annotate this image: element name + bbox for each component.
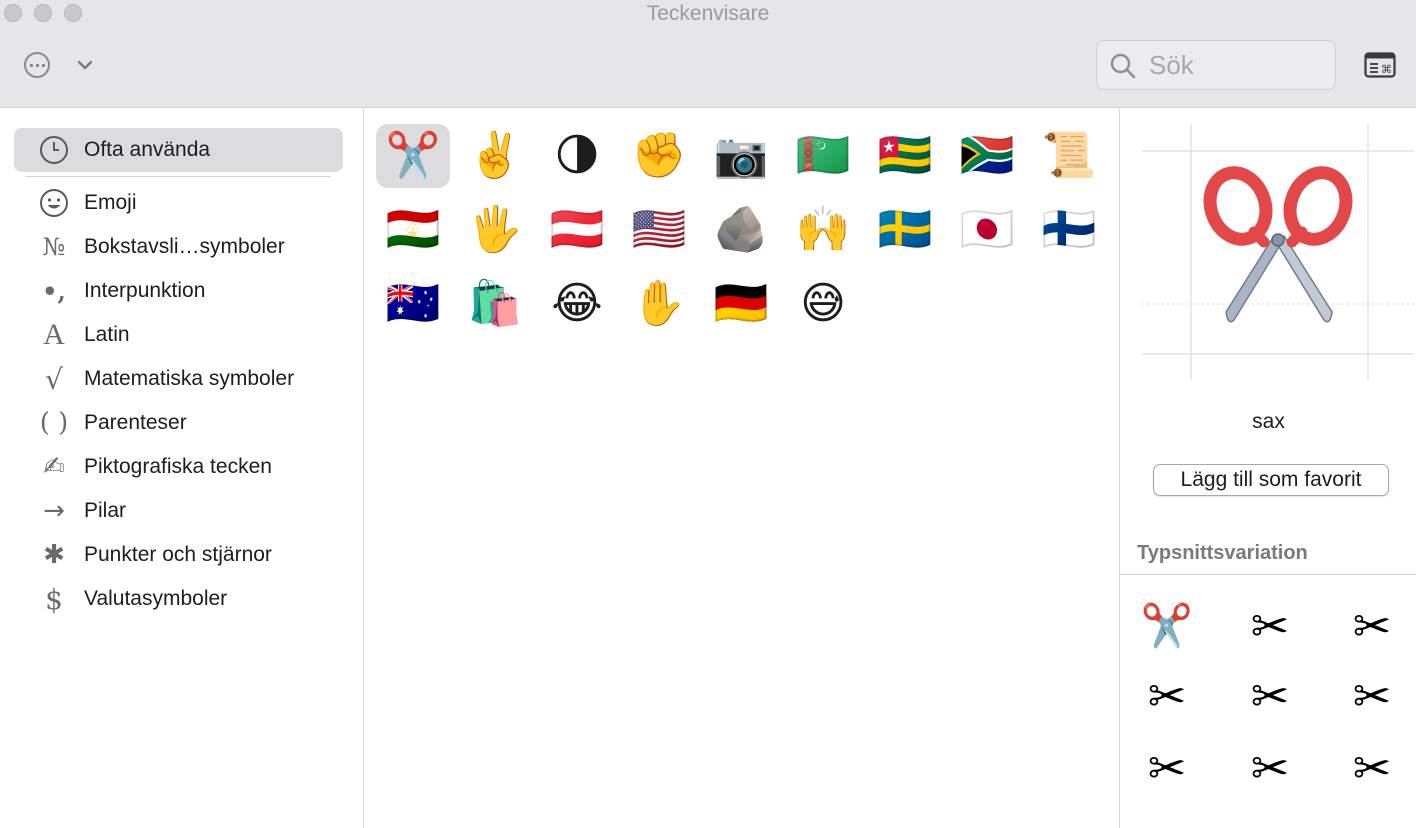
add-to-favorites-button[interactable]: Lägg till som favorit [1153,464,1389,496]
keyboard-viewer-icon[interactable]: ⌘ [1364,52,1396,78]
search-field[interactable] [1096,40,1336,90]
character-detail-pane: sax Lägg till som favorit Typsnittsvaria… [1119,108,1416,828]
grid-cell-flag-usa[interactable]: 🇺🇸 [622,198,696,262]
sidebar-item-letterlike-symbols[interactable]: № Bokstavsli…symboler [14,225,343,269]
search-input[interactable] [1149,49,1324,81]
ellipsis-circle-icon[interactable] [24,52,50,78]
sidebar-item-label: Valutasymboler [84,587,228,610]
grid-cell-fist[interactable]: ✊ [622,124,696,188]
clock-icon [26,135,82,165]
grid-cell-flag-finland[interactable]: 🇫🇮 [1032,198,1106,262]
grid-cell-flag-south-africa[interactable]: 🇿🇦 [950,124,1024,188]
sidebar-item-label: Piktografiska tecken [84,455,272,478]
sidebar-item-bullets-stars[interactable]: ✱ Punkter och stjärnor [14,533,343,577]
punctuation-icon: •, [42,276,66,306]
grid-cell-flag-tajikistan[interactable]: 🇹🇯 [376,198,450,262]
numero-icon: № [42,233,66,261]
grid-cell-raised-hand[interactable]: ✋ [622,272,696,336]
variation-cell[interactable]: ✂ [1132,738,1202,798]
sidebar-item-emoji[interactable]: Emoji [14,181,343,225]
character-preview [1142,124,1414,380]
sqrt-icon: √ [45,362,63,396]
sidebar-item-latin[interactable]: A Latin [14,313,343,357]
svg-text:⌘: ⌘ [1381,63,1392,76]
sidebar-item-label: Latin [84,323,130,346]
grid-cell-flag-austria[interactable]: 🇦🇹 [540,198,614,262]
character-grid: ✂️ ✌️ 🌗 ✊ 📷 🇹🇲 🇹🇬 🇿🇦 📜 🇹🇯 🖐️ 🇦🇹 🇺🇸 🪨 🙌 🇸… [365,108,1118,828]
sidebar-item-pictographs[interactable]: ✍ Piktografiska tecken [14,445,343,489]
chevron-down-icon[interactable] [74,54,96,76]
sidebar-item-label: Matematiska symboler [84,367,295,390]
sidebar-item-punctuation[interactable]: •, Interpunktion [14,269,343,313]
grid-cell-hand-splayed[interactable]: 🖐️ [458,198,532,262]
variation-cell[interactable]: ✂ [1337,596,1407,656]
variation-divider [1120,574,1416,575]
sidebar-item-currency[interactable]: $ Valutasymboler [14,577,343,621]
grid-cell-shopping-bags[interactable]: 🛍️ [458,272,532,336]
grid-cell-flag-togo[interactable]: 🇹🇬 [868,124,942,188]
font-variation-heading: Typsnittsvariation [1137,542,1308,564]
window-title: Teckenvisare [646,2,770,25]
asterisk-icon: ✱ [43,540,65,570]
dollar-icon: $ [45,582,63,616]
sidebar-item-label: Interpunktion [84,279,206,302]
grid-cell-flag-germany[interactable]: 🇩🇪 [704,272,778,336]
sidebar-item-label: Bokstavsli…symboler [84,235,285,258]
sidebar-item-label: Punkter och stjärnor [84,543,272,566]
grid-cell-grinning-sweat[interactable]: 😅 [786,272,860,336]
parentheses-icon: ( ) [39,408,69,438]
sidebar-item-label: Ofta använda [84,138,211,161]
grid-cell-flag-japan[interactable]: 🇯🇵 [950,198,1024,262]
latin-a-icon: A [43,318,65,351]
grid-cell-flag-australia[interactable]: 🇦🇺 [376,272,450,336]
sidebar-item-ofta-anvanda[interactable]: Ofta använda [14,128,343,172]
sidebar-item-math-symbols[interactable]: √ Matematiska symboler [14,357,343,401]
variation-cell[interactable]: ✂️ [1132,596,1202,656]
grid-cell-raising-hands[interactable]: 🙌 [786,198,860,262]
smiley-icon [26,188,82,218]
sidebar-item-arrows[interactable]: → Pilar [14,489,343,533]
variation-cell[interactable]: ✂ [1132,666,1202,726]
grid-cell-scroll[interactable]: 📜 [1032,124,1106,188]
search-icon [1110,53,1136,79]
sidebar-item-label: Parenteser [84,411,187,434]
scissors-icon [1203,166,1353,323]
arrow-right-icon: → [43,496,65,526]
sidebar-item-label: Pilar [84,499,127,522]
sidebar-item-parentheses[interactable]: ( ) Parenteser [14,401,343,445]
variation-cell[interactable]: ✂ [1337,666,1407,726]
grid-cell-victory-hand[interactable]: ✌️ [458,124,532,188]
grid-cell-tears-of-joy[interactable]: 😂 [540,272,614,336]
character-name: sax [1252,410,1285,433]
variation-cell[interactable]: ✂ [1235,738,1305,798]
toolbar: Teckenvisare ⌘ [0,0,1416,108]
variation-cell[interactable]: ✂ [1235,596,1305,656]
sidebar-divider [26,176,331,177]
grid-cell-rock[interactable]: 🪨 [704,198,778,262]
grid-cell-scissors[interactable]: ✂️ [376,124,450,188]
variation-cell[interactable]: ✂ [1235,666,1305,726]
grid-cell-flag-turkmenistan[interactable]: 🇹🇲 [786,124,860,188]
grid-cell-camera[interactable]: 📷 [704,124,778,188]
sidebar-item-label: Emoji [84,191,137,214]
category-sidebar: Ofta använda Emoji № Bokstavsli…symboler… [0,108,364,828]
variation-cell[interactable]: ✂ [1337,738,1407,798]
grid-cell-moon[interactable]: 🌗 [540,124,614,188]
writing-hand-icon: ✍ [43,452,65,482]
grid-cell-flag-sweden[interactable]: 🇸🇪 [868,198,942,262]
